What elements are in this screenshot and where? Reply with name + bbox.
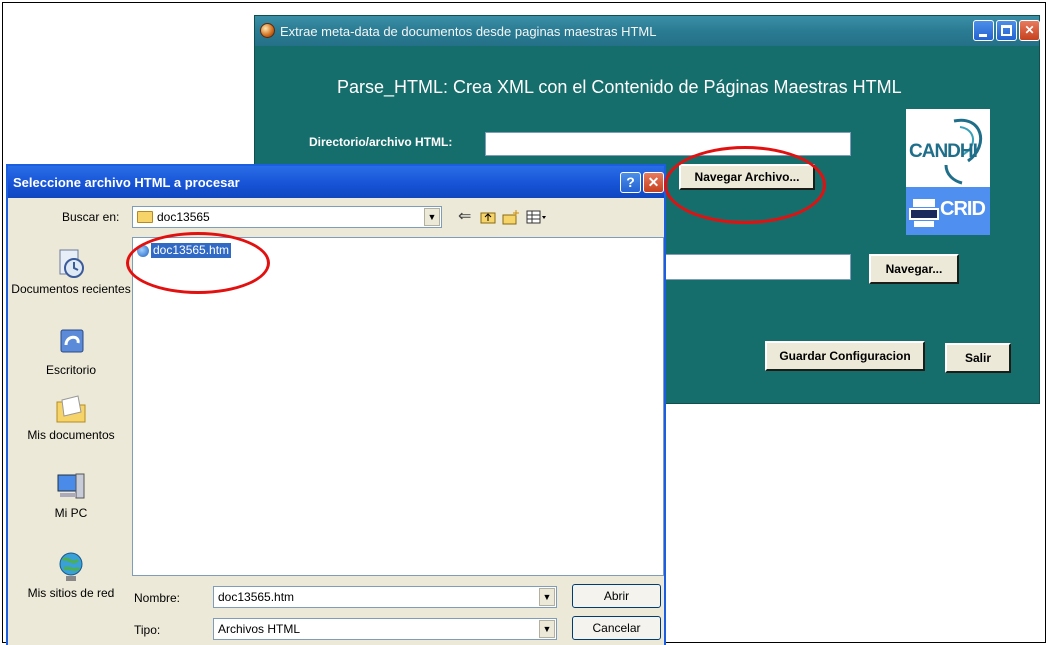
main-window-title: Extrae meta-data de documentos desde pag… (280, 24, 657, 39)
browse-button[interactable]: Navegar... (869, 254, 959, 284)
help-button[interactable]: ? (620, 172, 641, 193)
browse-file-button[interactable]: Navegar Archivo... (679, 164, 815, 190)
output-path-input[interactable] (657, 254, 851, 280)
open-button[interactable]: Abrir (572, 584, 661, 608)
crid-logo-text: CRID (940, 198, 986, 220)
directory-input[interactable] (485, 132, 851, 156)
views-menu-icon[interactable] (526, 208, 548, 226)
app-icon (260, 23, 275, 38)
main-close-button[interactable]: ✕ (1019, 20, 1040, 41)
lookin-label: Buscar en: (62, 210, 120, 224)
place-label: Mis sitios de red (27, 586, 115, 600)
new-folder-icon[interactable] (502, 208, 520, 226)
place-my-documents[interactable]: Mis documentos (11, 392, 131, 442)
candhi-logo-text: CANDHI (909, 141, 978, 162)
list-item[interactable]: doc13565.htm (137, 243, 232, 259)
place-recent[interactable]: Documentos recientes (11, 246, 131, 296)
file-type-dropdown[interactable]: Archivos HTML ▼ (213, 618, 557, 640)
html-file-icon (137, 244, 149, 257)
file-name-field[interactable]: doc13565.htm ▼ (213, 586, 557, 608)
network-places-icon (59, 552, 83, 581)
page-title: Parse_HTML: Crea XML con el Contenido de… (337, 77, 902, 97)
folder-icon (137, 211, 153, 223)
dialog-close-button[interactable]: ✕ (643, 172, 664, 193)
up-folder-icon[interactable] (480, 208, 496, 226)
my-documents-icon (56, 395, 86, 423)
close-icon: ✕ (1024, 23, 1035, 37)
directory-label: Directorio/archivo HTML: (309, 135, 453, 149)
place-label: Escritorio (45, 363, 96, 377)
file-name-value: doc13565.htm (218, 590, 295, 604)
file-name-label: Nombre: (134, 591, 181, 605)
dropdown-arrow-icon[interactable]: ▼ (424, 208, 440, 226)
dropdown-arrow-icon[interactable]: ▼ (539, 620, 555, 638)
cancel-button[interactable]: Cancelar (572, 616, 661, 640)
save-config-button[interactable]: Guardar Configuracion (765, 341, 925, 371)
dropdown-arrow-icon[interactable]: ▼ (539, 588, 555, 606)
recent-documents-icon (59, 249, 84, 278)
open-file-dialog: Seleccione archivo HTML a procesar ? ✕ B… (6, 164, 666, 645)
places-bar: Documentos recientes Escritorio Mis docu… (11, 232, 131, 644)
desktop-icon (60, 329, 84, 353)
minimize-icon (979, 34, 987, 37)
dialog-title-bar[interactable]: Seleccione archivo HTML a procesar ? ✕ (8, 166, 664, 198)
lookin-dropdown[interactable]: doc13565 ▼ (132, 206, 442, 228)
help-icon: ? (626, 174, 635, 190)
file-type-value: Archivos HTML (218, 622, 301, 636)
place-my-computer[interactable]: Mi PC (11, 470, 131, 520)
dialog-title: Seleccione archivo HTML a procesar (13, 175, 240, 190)
file-list[interactable]: doc13565.htm (132, 237, 664, 576)
main-title-bar[interactable]: Extrae meta-data de documentos desde pag… (255, 16, 1040, 46)
place-label: Mi PC (54, 506, 88, 520)
minimize-button[interactable] (973, 20, 994, 41)
crid-logo: CRID (906, 187, 990, 235)
printer-icon (909, 199, 939, 227)
close-icon: ✕ (647, 174, 660, 190)
file-type-label: Tipo: (134, 623, 161, 637)
my-computer-icon (57, 473, 85, 499)
exit-button[interactable]: Salir (945, 343, 1011, 373)
maximize-icon (1001, 25, 1012, 36)
place-desktop[interactable]: Escritorio (11, 327, 131, 377)
maximize-button[interactable] (996, 20, 1017, 41)
place-label: Documentos recientes (11, 282, 131, 296)
back-icon[interactable]: ⇐ (458, 208, 471, 226)
file-name: doc13565.htm (151, 243, 232, 259)
candhi-logo: CANDHI (906, 109, 990, 187)
place-label: Mis documentos (27, 428, 115, 442)
lookin-value: doc13565 (157, 210, 210, 224)
place-network[interactable]: Mis sitios de red (11, 550, 131, 600)
